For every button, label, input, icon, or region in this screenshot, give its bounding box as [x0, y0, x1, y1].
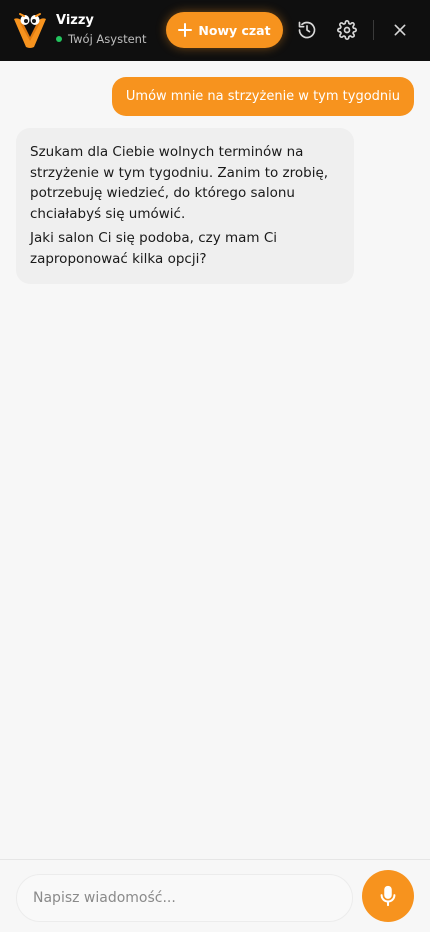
microphone-button[interactable] — [362, 870, 414, 922]
brand: Vizzy Twój Asystent — [56, 13, 146, 47]
message-input[interactable] — [16, 874, 353, 922]
assistant-message-paragraph: Jaki salon Ci się podoba, czy mam Ci zap… — [30, 230, 278, 267]
gear-icon[interactable] — [336, 19, 358, 41]
microphone-icon — [377, 885, 399, 907]
brand-subtitle-text: Twój Asystent — [68, 32, 147, 46]
online-status-dot — [56, 36, 62, 42]
composer — [0, 859, 430, 932]
user-message-text: Umów mnie na strzyżenie w tym tygodniu — [125, 89, 400, 104]
assistant-message-bubble: Szukam dla Ciebie wolnych terminów na st… — [16, 128, 354, 284]
brand-name: Vizzy — [56, 13, 94, 28]
app-header: Vizzy Twój Asystent Nowy czat — [0, 0, 430, 61]
new-chat-label: Nowy czat — [198, 22, 271, 38]
brand-subtitle: Twój Asystent — [56, 31, 146, 47]
new-chat-button[interactable]: Nowy czat — [166, 12, 283, 48]
assistant-message-paragraph: Szukam dla Ciebie wolnych terminów na st… — [30, 144, 329, 222]
history-icon[interactable] — [296, 19, 318, 41]
close-icon[interactable] — [389, 19, 411, 41]
plus-icon — [178, 23, 193, 37]
header-divider — [373, 20, 374, 40]
logo-icon — [12, 11, 48, 49]
user-message-bubble: Umów mnie na strzyżenie w tym tygodniu — [111, 77, 414, 116]
